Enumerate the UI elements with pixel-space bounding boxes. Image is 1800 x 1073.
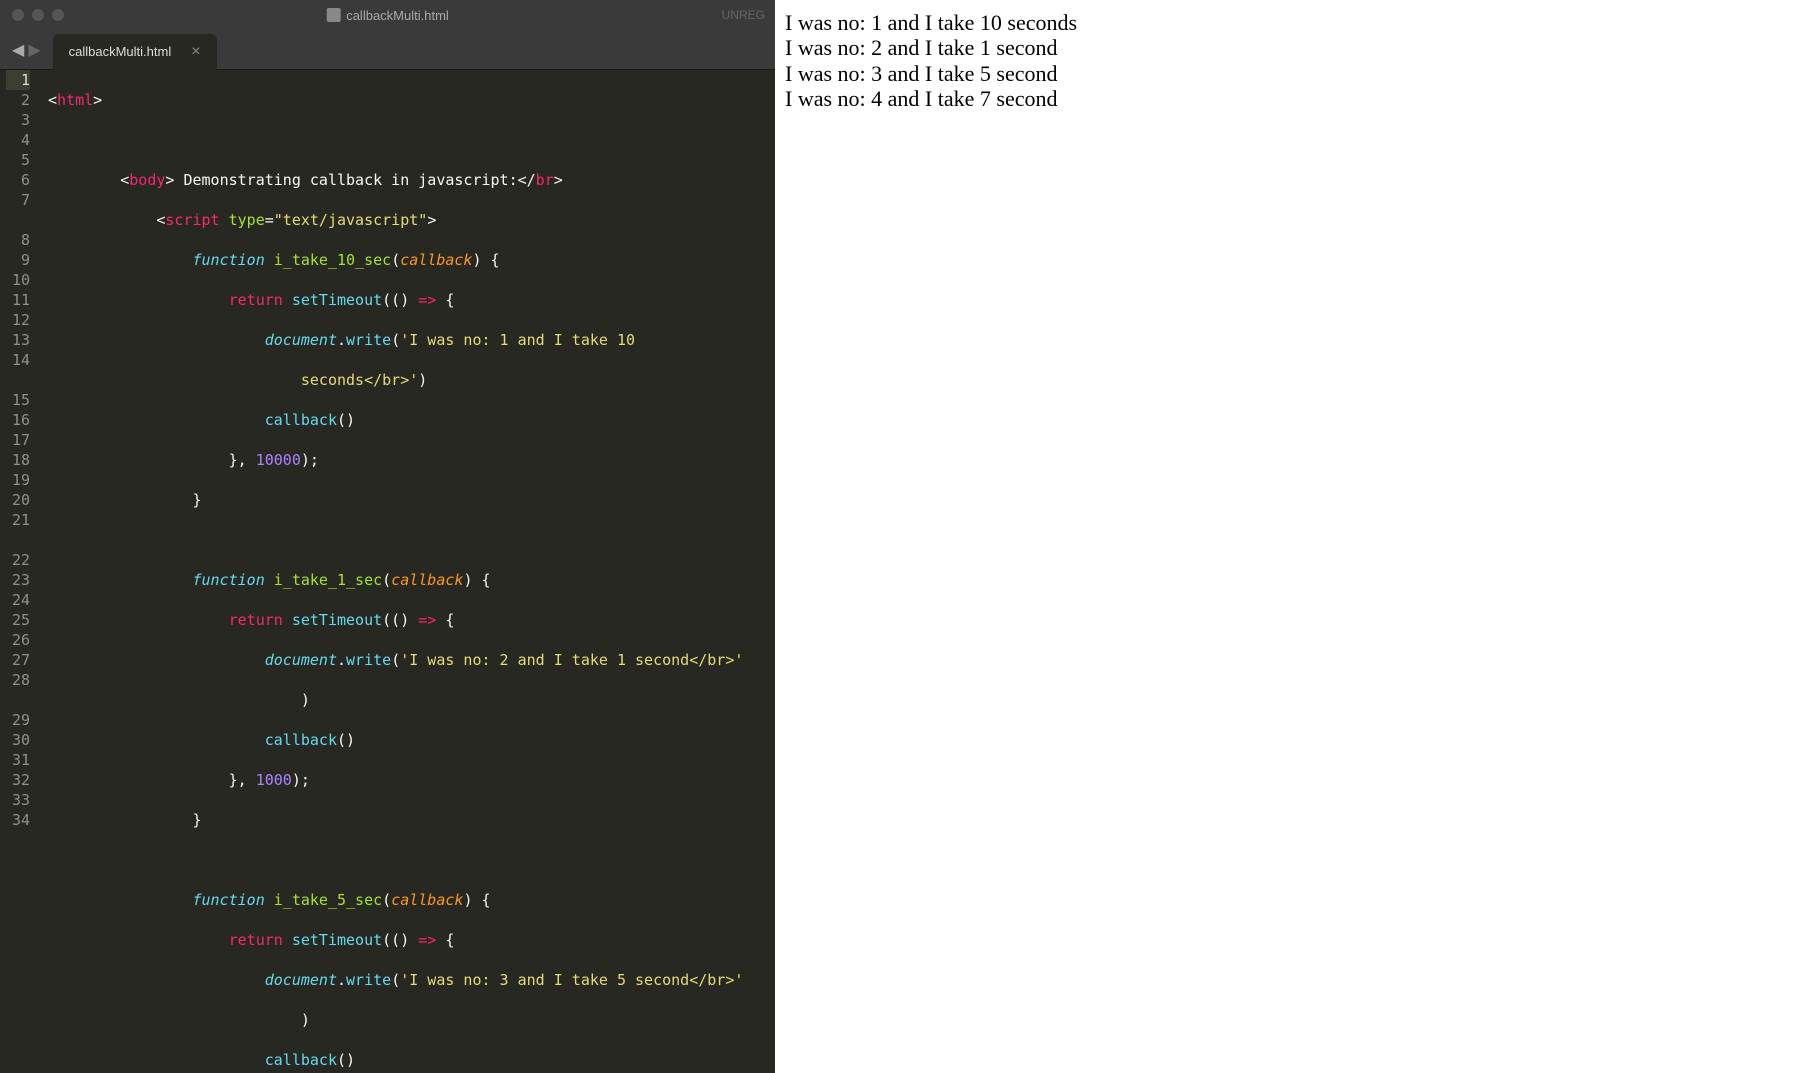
line-number: 14 [6,350,30,370]
line-number [6,370,30,390]
output-line-2: I was no: 2 and I take 1 second [785,35,1790,60]
line-number: 12 [6,310,30,330]
line-number: 32 [6,770,30,790]
line-number: 21 [6,510,30,530]
line-number: 4 [6,130,30,150]
browser-output-pane: I was no: 1 and I take 10 seconds I was … [775,0,1800,1073]
maximize-window-button[interactable] [52,9,64,21]
line-number: 23 [6,570,30,590]
line-number: 1 [6,70,30,90]
line-number: 19 [6,470,30,490]
line-number: 11 [6,290,30,310]
close-window-button[interactable] [12,9,24,21]
output-line-4: I was no: 4 and I take 7 second [785,86,1790,111]
line-number: 20 [6,490,30,510]
line-number: 6 [6,170,30,190]
tab-callbackmulti[interactable]: callbackMulti.html × [53,34,217,70]
window-controls [12,9,64,21]
line-number: 18 [6,450,30,470]
tab-bar: ◀ ▶ callbackMulti.html × [0,30,775,70]
line-number: 15 [6,390,30,410]
line-number-gutter: 1234567891011121314151617181920212223242… [0,70,40,1073]
line-number [6,210,30,230]
file-icon [326,8,340,22]
output-line-3: I was no: 3 and I take 5 second [785,61,1790,86]
window-title-text: callbackMulti.html [346,8,449,23]
line-number: 5 [6,150,30,170]
line-number: 24 [6,590,30,610]
tab-close-icon[interactable]: × [191,43,200,61]
line-number: 7 [6,190,30,210]
line-number: 26 [6,630,30,650]
code-editor[interactable]: 1234567891011121314151617181920212223242… [0,70,775,1073]
nav-forward-icon[interactable]: ▶ [28,40,40,60]
line-number [6,690,30,710]
line-number: 34 [6,810,30,830]
output-line-1: I was no: 1 and I take 10 seconds [785,10,1790,35]
line-number: 9 [6,250,30,270]
line-number: 29 [6,710,30,730]
code-content[interactable]: <html> <body> Demonstrating callback in … [40,70,775,1073]
line-number: 17 [6,430,30,450]
window-title-bar: callbackMulti.html UNREG [0,0,775,30]
nav-arrows: ◀ ▶ [0,40,53,60]
line-number: 10 [6,270,30,290]
window-title: callbackMulti.html [326,8,449,23]
line-number [6,530,30,550]
line-number: 27 [6,650,30,670]
line-number: 28 [6,670,30,690]
tab-label: callbackMulti.html [69,44,172,59]
nav-back-icon[interactable]: ◀ [12,40,24,60]
line-number: 33 [6,790,30,810]
line-number: 30 [6,730,30,750]
line-number: 22 [6,550,30,570]
line-number: 8 [6,230,30,250]
minimize-window-button[interactable] [32,9,44,21]
unregistered-label: UNREG [722,8,765,22]
line-number: 25 [6,610,30,630]
line-number: 3 [6,110,30,130]
line-number: 13 [6,330,30,350]
editor-pane: callbackMulti.html UNREG ◀ ▶ callbackMul… [0,0,775,1073]
line-number: 2 [6,90,30,110]
line-number: 16 [6,410,30,430]
line-number: 31 [6,750,30,770]
